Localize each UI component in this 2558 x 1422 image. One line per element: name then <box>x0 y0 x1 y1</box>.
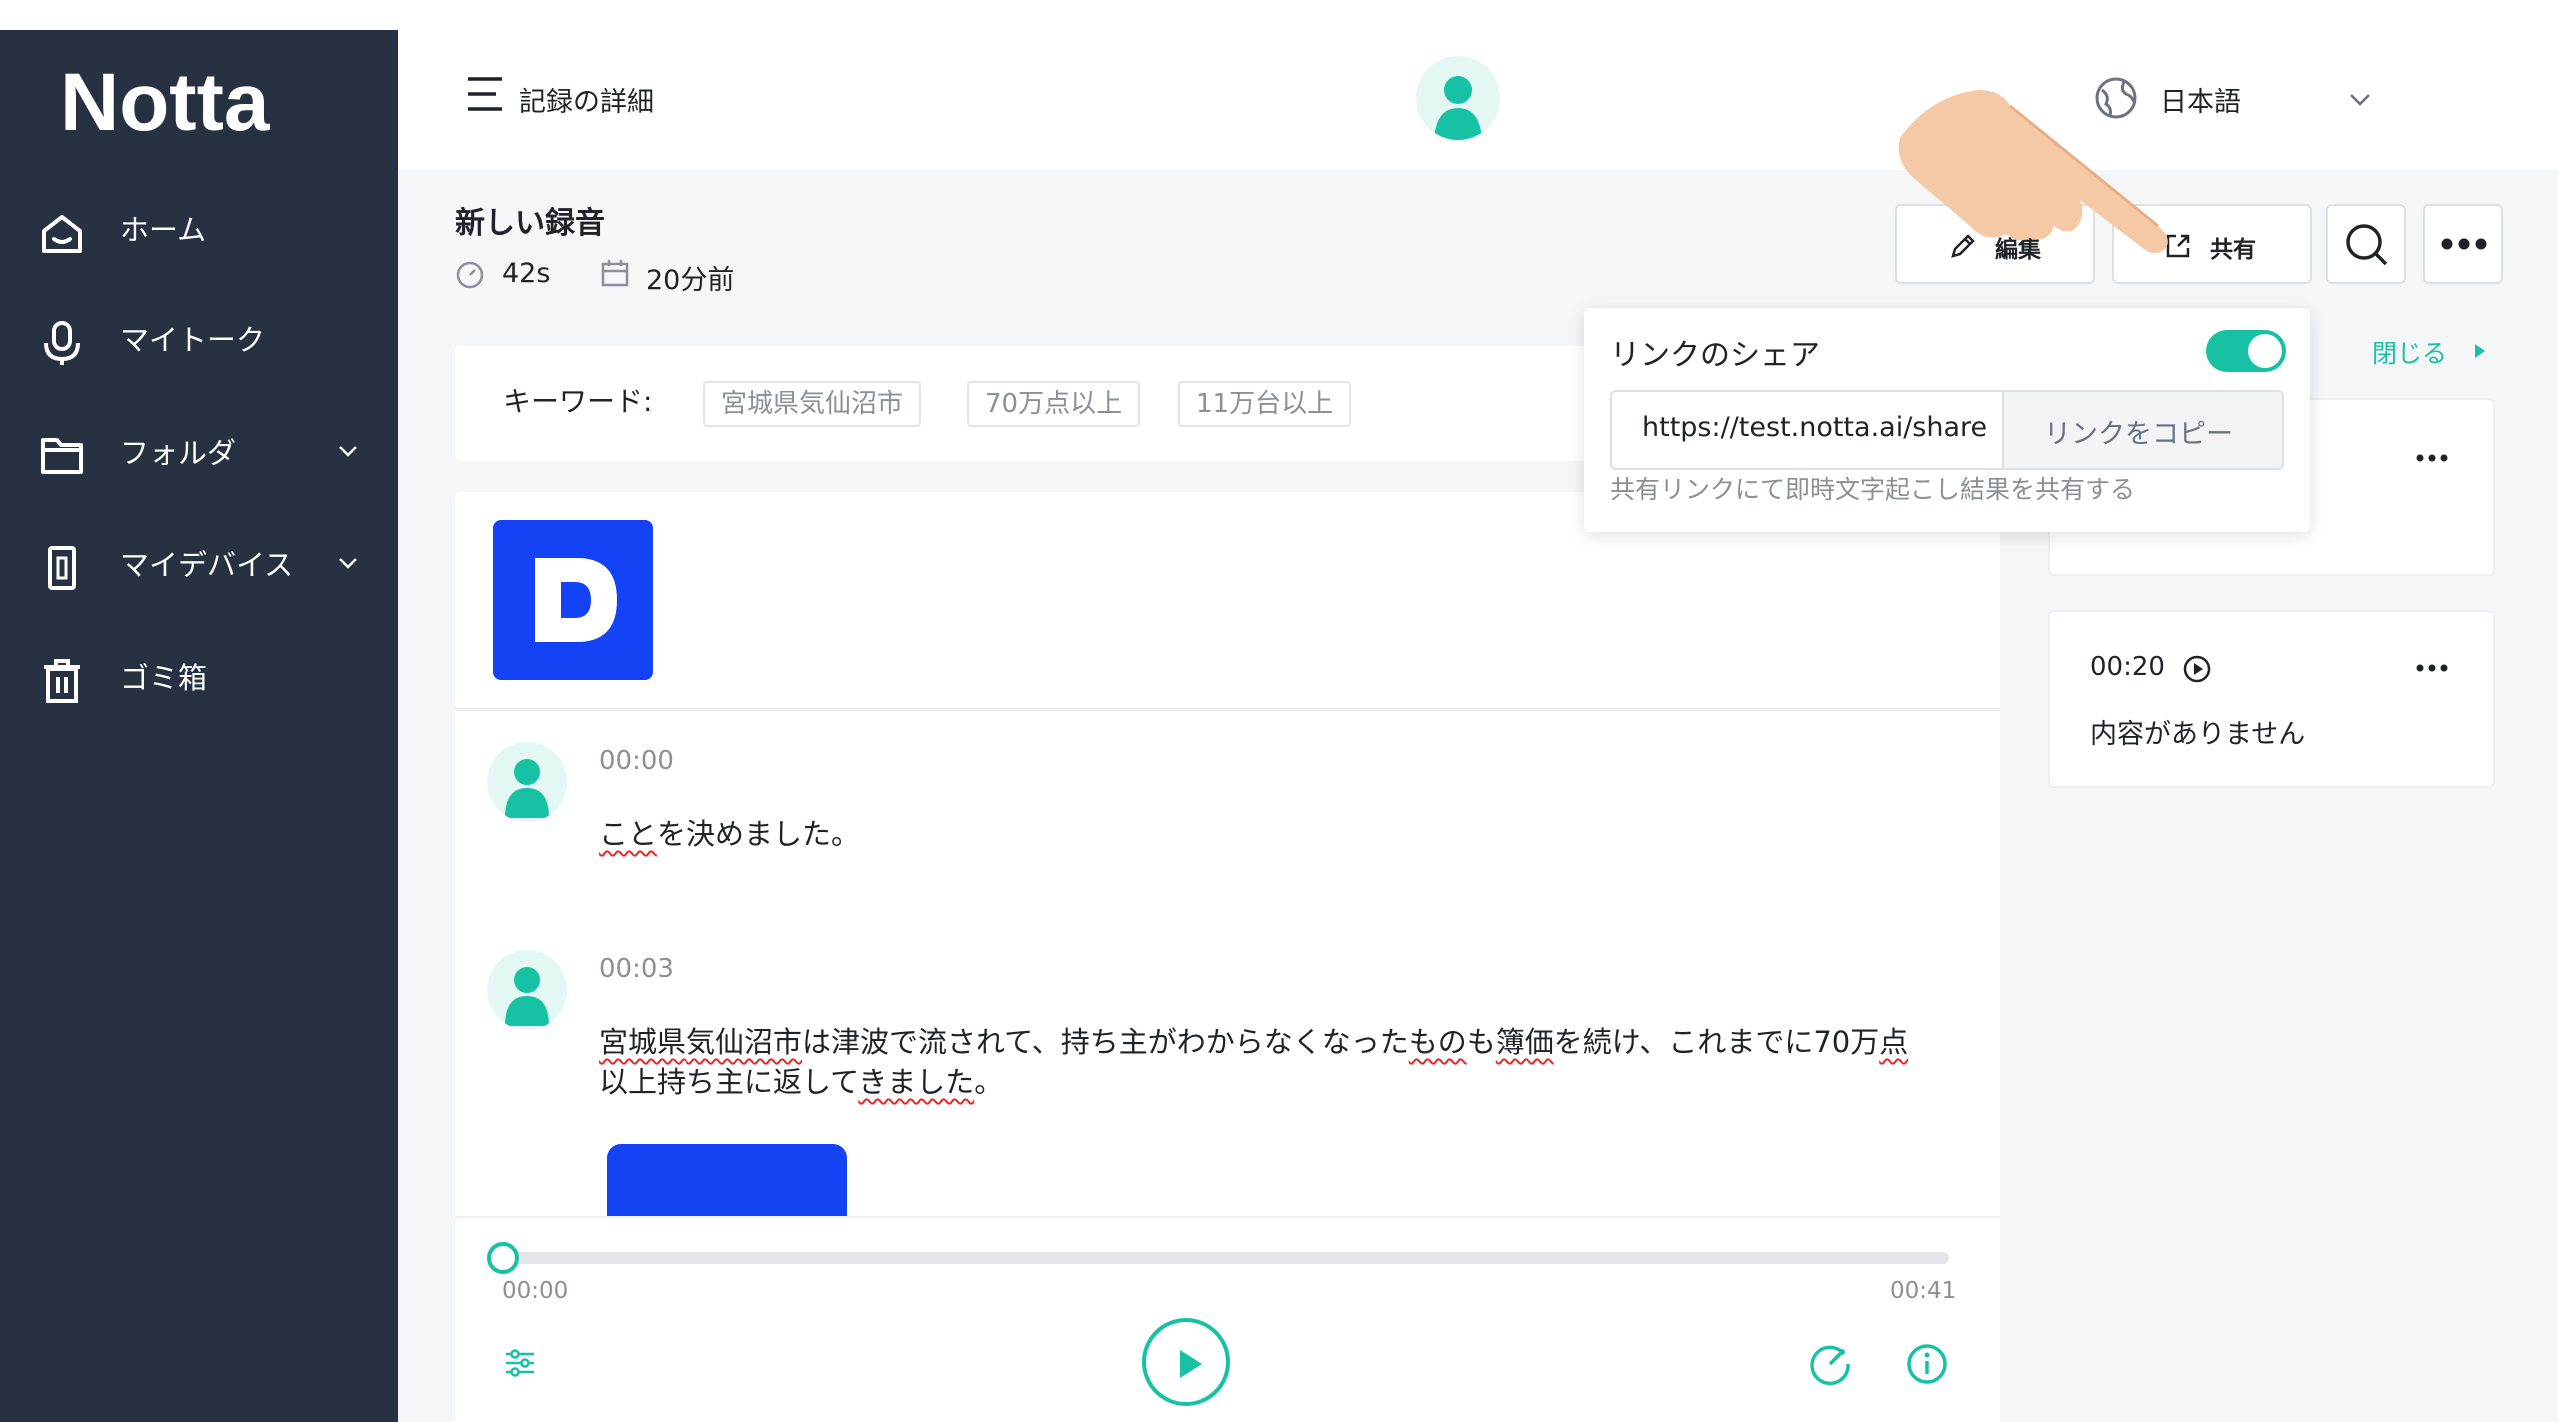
avatar[interactable] <box>1416 56 1500 140</box>
keyword-tag[interactable]: 宮城県気仙沼市 <box>703 381 922 427</box>
play-icon <box>1180 1350 1202 1378</box>
sidebar-item-trash[interactable]: ゴミ箱 <box>0 638 398 718</box>
sidebar-item-label: ホーム <box>120 213 207 247</box>
share-url-field[interactable]: https://test.notta.ai/share <box>1612 392 2002 468</box>
notta-logo[interactable]: Notta <box>60 64 300 144</box>
divider <box>455 708 2000 711</box>
app-window: Notta ホーム マイトーク フォルダ マイデバイス ゴミ箱 記録の詳細 日本… <box>0 0 2558 1422</box>
progress-handle[interactable] <box>487 1242 519 1274</box>
share-popup-title: リンクのシェア <box>1610 338 1820 373</box>
close-panel-link[interactable]: 閉じる <box>2372 334 2447 370</box>
sidebar-item-mytalk[interactable]: マイトーク <box>0 300 398 380</box>
current-time: 00:00 <box>502 1278 569 1304</box>
more-button[interactable] <box>2423 204 2503 284</box>
recording-duration: 42s <box>502 258 551 289</box>
equalizer-icon[interactable] <box>503 1348 537 1378</box>
audio-player: 00:00 00:41 <box>455 1216 2000 1422</box>
share-hint: 共有リンクにて即時文字起こし結果を共有する <box>1610 475 2136 504</box>
share-popup: リンクのシェア https://test.notta.ai/share リンクを… <box>1584 308 2310 532</box>
segment-timestamp[interactable]: 00:00 <box>599 746 674 776</box>
d-logo-icon <box>535 558 617 642</box>
keywords-label: キーワード: <box>503 385 653 418</box>
chevron-down-icon[interactable] <box>2346 86 2374 114</box>
chevron-down-icon[interactable] <box>334 437 362 465</box>
sidebar-item-folder[interactable]: フォルダ <box>0 413 398 493</box>
sidebar-item-label: ゴミ箱 <box>120 661 208 695</box>
segment-text: ことを決めました。 <box>599 817 861 851</box>
more-icon <box>2441 238 2487 250</box>
sidebar-item-home[interactable]: ホーム <box>0 190 398 270</box>
speaker-avatar <box>487 950 567 1030</box>
sidebar-item-label: マイトーク <box>120 323 266 357</box>
chevron-down-icon[interactable] <box>334 549 362 577</box>
play-circle-icon[interactable] <box>2182 654 2212 684</box>
share-toggle[interactable] <box>2206 330 2286 372</box>
menu-icon[interactable] <box>466 76 504 112</box>
keyword-tag[interactable]: 70万点以上 <box>967 381 1141 427</box>
device-icon <box>48 546 76 590</box>
calendar-icon <box>601 260 629 287</box>
note-timestamp: 00:20 <box>2090 652 2165 682</box>
copy-link-button[interactable]: リンクをコピー <box>2002 392 2282 468</box>
folder-icon <box>41 438 83 474</box>
home-icon <box>42 215 82 253</box>
sidebar-item-label: フォルダ <box>120 436 237 470</box>
sidebar: Notta ホーム マイトーク フォルダ マイデバイス ゴミ箱 <box>0 30 398 1422</box>
total-time: 00:41 <box>1890 1278 1957 1304</box>
trash-icon <box>44 659 80 703</box>
more-icon[interactable] <box>2414 452 2450 464</box>
sidebar-item-mydevice[interactable]: マイデバイス <box>0 525 398 605</box>
recording-title: 新しい録音 <box>455 206 605 241</box>
search-icon <box>2346 224 2388 266</box>
recording-created: 20分前 <box>646 265 735 296</box>
keyword-tag[interactable]: 11万台以上 <box>1178 381 1352 427</box>
segment-timestamp[interactable]: 00:03 <box>599 954 674 984</box>
speaker-avatar <box>487 742 567 822</box>
sidebar-item-label: マイデバイス <box>120 548 294 582</box>
progress-track[interactable] <box>502 1252 1949 1264</box>
caret-right-icon[interactable] <box>2470 340 2490 362</box>
svg-text:Notta: Notta <box>60 64 271 144</box>
pointing-hand-icon <box>1898 90 2168 254</box>
clock-icon <box>456 261 484 289</box>
info-icon[interactable] <box>1905 1342 1949 1386</box>
play-button[interactable] <box>1142 1318 1230 1406</box>
search-button[interactable] <box>2326 204 2406 284</box>
microphone-icon <box>44 321 80 365</box>
share-link-group: https://test.notta.ai/share リンクをコピー <box>1610 390 2284 470</box>
more-icon[interactable] <box>2414 662 2450 674</box>
segment-text: 宮城県気仙沼市は津波で流されて、持ち主がわからなくなったものも簿価を続け、これま… <box>599 1025 1909 1099</box>
note-card[interactable]: 00:20 内容がありません <box>2048 610 2495 788</box>
note-text: 内容がありません <box>2090 719 2306 750</box>
brand-thumbnail <box>493 520 653 680</box>
speed-icon[interactable] <box>1808 1342 1852 1386</box>
top-header: 記録の詳細 日本語 <box>398 0 2558 170</box>
page-title: 記録の詳細 <box>519 87 654 118</box>
